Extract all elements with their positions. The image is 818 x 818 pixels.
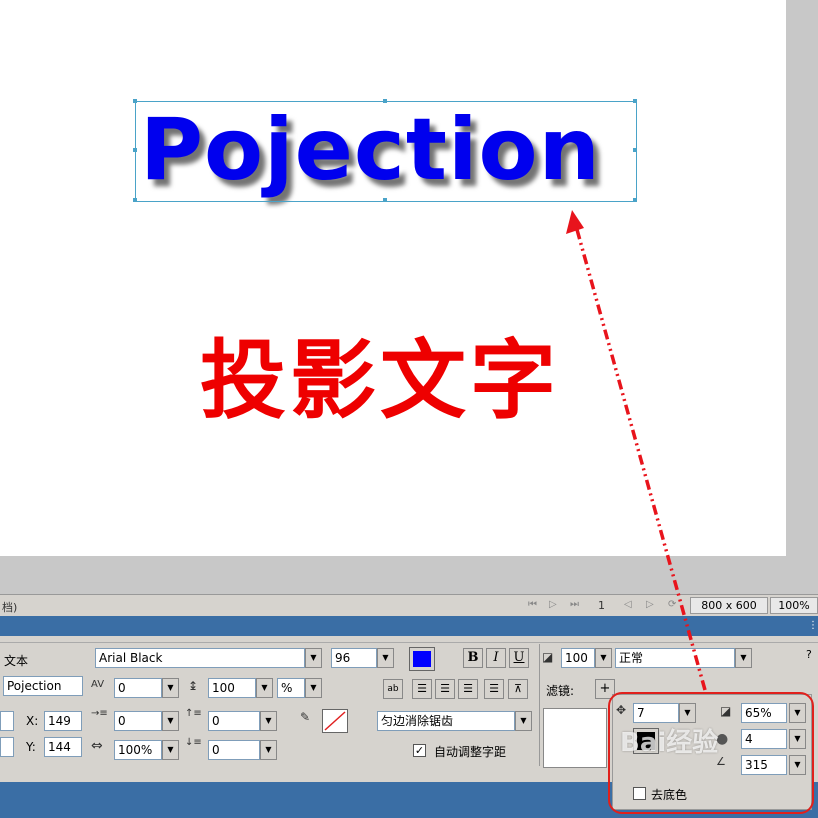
font-family-dropdown[interactable]: ▼ bbox=[305, 648, 322, 668]
prev-page-icon[interactable]: ◁ bbox=[624, 600, 634, 610]
align-justify-button[interactable]: ☰ bbox=[484, 679, 504, 699]
help-button[interactable]: ? bbox=[806, 648, 812, 661]
status-left-text: 档) bbox=[2, 601, 18, 614]
selection-handle-t[interactable] bbox=[383, 99, 387, 103]
kerning-field[interactable]: 0 bbox=[114, 678, 162, 698]
font-size-dropdown[interactable]: ▼ bbox=[377, 648, 394, 668]
x-label: X: bbox=[26, 714, 39, 728]
space-after-dropdown[interactable]: ▼ bbox=[260, 740, 277, 760]
font-family-field[interactable]: Arial Black bbox=[95, 648, 305, 668]
leading-field[interactable]: 100 bbox=[208, 678, 256, 698]
text-color-fill bbox=[413, 651, 431, 667]
text-direction-button[interactable]: ab bbox=[383, 679, 403, 699]
auto-kern-checkbox[interactable]: ✓ bbox=[413, 744, 426, 757]
no-stroke-icon bbox=[324, 711, 346, 731]
auto-kern-label: 自动调整字距 bbox=[434, 745, 507, 759]
underline-button[interactable]: U bbox=[509, 648, 529, 668]
selection-handle-tl[interactable] bbox=[133, 99, 137, 103]
blend-mode-dropdown[interactable]: ▼ bbox=[735, 648, 752, 668]
horizontal-scale-icon: ⇔ bbox=[91, 738, 103, 754]
first-frame-icon[interactable]: ⏮ bbox=[528, 600, 538, 610]
leading-icon: ↨ bbox=[188, 679, 199, 693]
filters-list[interactable] bbox=[543, 708, 607, 768]
space-after-field[interactable]: 0 bbox=[208, 740, 260, 760]
canvas-size[interactable]: 800 x 600 bbox=[690, 597, 768, 614]
selection-handle-bl[interactable] bbox=[133, 198, 137, 202]
indent-field[interactable]: 0 bbox=[114, 711, 162, 731]
horizontal-scale-dropdown[interactable]: ▼ bbox=[162, 740, 179, 760]
pasteboard bbox=[0, 556, 786, 594]
y-field[interactable]: 144 bbox=[44, 737, 82, 757]
selection-handle-l[interactable] bbox=[133, 148, 137, 152]
panel-titlebar bbox=[0, 616, 818, 636]
indent-icon: →≡ bbox=[91, 708, 108, 719]
panel-grip-icon[interactable]: ⋮ bbox=[808, 620, 818, 631]
selection-handle-tr[interactable] bbox=[633, 99, 637, 103]
stroke-color-swatch[interactable] bbox=[322, 709, 348, 733]
filters-label: 滤镜: bbox=[546, 684, 575, 698]
bold-button[interactable]: B bbox=[463, 648, 483, 668]
antialias-dropdown[interactable]: ▼ bbox=[515, 711, 532, 731]
blend-mode-field[interactable]: 正常 bbox=[615, 648, 735, 668]
y-label: Y: bbox=[26, 740, 36, 754]
kerning-icon: AV bbox=[91, 679, 105, 690]
play-icon[interactable]: ▷ bbox=[549, 600, 559, 610]
status-bar: 档) ⏮ ▷ ⏭ 1 ◁ ▷ ⟳ 800 x 600 100% bbox=[0, 594, 818, 617]
space-before-icon: ↑≡ bbox=[185, 708, 202, 719]
opacity-dropdown[interactable]: ▼ bbox=[595, 648, 612, 668]
align-stretch-button[interactable]: ⊼ bbox=[508, 679, 528, 699]
opacity-field[interactable]: 100 bbox=[561, 648, 595, 668]
align-left-button[interactable]: ☰ bbox=[412, 679, 432, 699]
next-page-icon[interactable]: ▷ bbox=[646, 600, 656, 610]
text-color-swatch[interactable] bbox=[409, 647, 435, 671]
align-right-button[interactable]: ☰ bbox=[458, 679, 478, 699]
font-size-field[interactable]: 96 bbox=[331, 648, 377, 668]
refresh-icon[interactable]: ⟳ bbox=[668, 600, 678, 610]
zoom-level[interactable]: 100% bbox=[770, 597, 818, 614]
space-after-icon: ↓≡ bbox=[185, 737, 202, 748]
leading-unit-dropdown[interactable]: ▼ bbox=[305, 678, 322, 698]
kerning-dropdown[interactable]: ▼ bbox=[162, 678, 179, 698]
pencil-icon: ✎ bbox=[300, 710, 311, 724]
last-frame-icon[interactable]: ⏭ bbox=[570, 600, 580, 610]
opacity-icon: ◪ bbox=[542, 650, 554, 664]
selection-handle-r[interactable] bbox=[633, 148, 637, 152]
watermark: Bai经验 bbox=[620, 728, 719, 758]
width-field[interactable] bbox=[0, 711, 14, 731]
space-before-field[interactable]: 0 bbox=[208, 711, 260, 731]
selection-handle-b[interactable] bbox=[383, 198, 387, 202]
align-center-button[interactable]: ☰ bbox=[435, 679, 455, 699]
space-before-dropdown[interactable]: ▼ bbox=[260, 711, 277, 731]
leading-unit-field[interactable]: % bbox=[277, 678, 305, 698]
leading-dropdown[interactable]: ▼ bbox=[256, 678, 273, 698]
page-number: 1 bbox=[598, 599, 605, 612]
element-name-field[interactable]: Pojection bbox=[3, 676, 83, 696]
x-field[interactable]: 149 bbox=[44, 711, 82, 731]
horizontal-scale-field[interactable]: 100% bbox=[114, 740, 162, 760]
selection-box[interactable] bbox=[135, 101, 637, 202]
document-stage[interactable] bbox=[0, 0, 786, 556]
object-type-label: 文本 bbox=[4, 654, 29, 668]
selection-handle-br[interactable] bbox=[633, 198, 637, 202]
height-field[interactable] bbox=[0, 737, 14, 757]
antialias-field[interactable]: 匀边消除锯齿 bbox=[377, 711, 515, 731]
caption-text: 投影文字 bbox=[200, 331, 560, 431]
italic-button[interactable]: I bbox=[486, 648, 506, 668]
indent-dropdown[interactable]: ▼ bbox=[162, 711, 179, 731]
